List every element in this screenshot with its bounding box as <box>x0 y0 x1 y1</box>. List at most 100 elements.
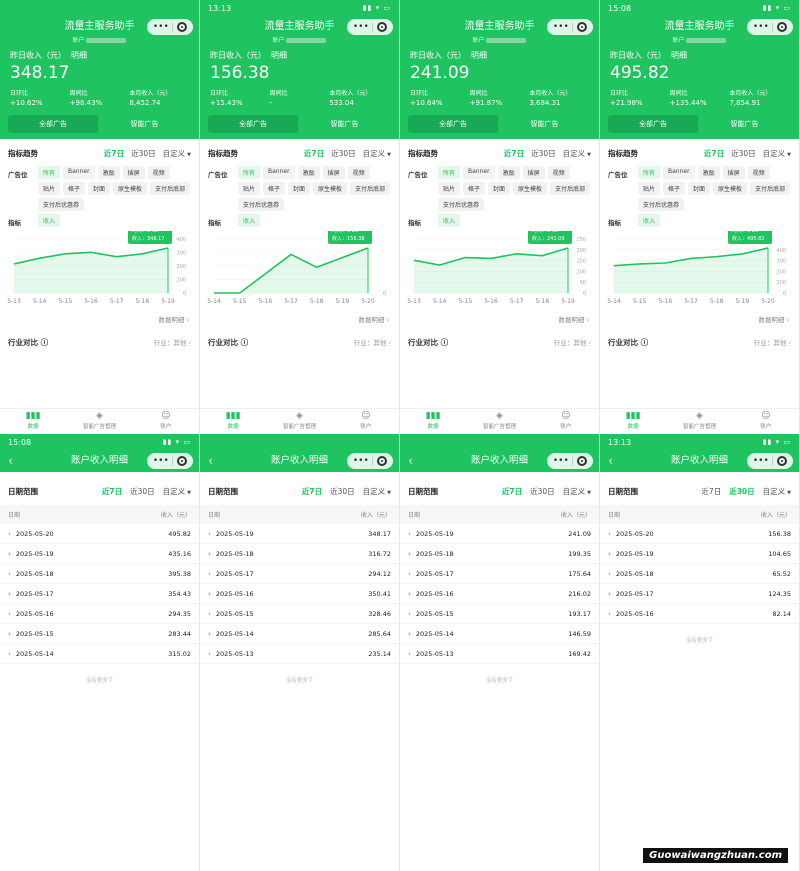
table-row[interactable]: › 2025-05-16 350.41 <box>200 584 399 604</box>
tab-30d[interactable]: 近30日 <box>531 148 556 159</box>
adpos-chip[interactable]: 激励 <box>97 166 120 179</box>
adpos-chip[interactable]: 支付后优惠券 <box>638 198 685 211</box>
table-row[interactable]: › 2025-05-17 175.64 <box>400 564 599 584</box>
table-row[interactable]: › 2025-05-18 199.35 <box>400 544 599 564</box>
adpos-chip[interactable]: 支付后底部 <box>150 182 191 195</box>
table-row[interactable]: › 2025-05-19 435.16 <box>0 544 199 564</box>
mini-program-capsule[interactable]: ••• <box>147 453 193 469</box>
table-row[interactable]: › 2025-05-15 328.46 <box>200 604 399 624</box>
nav-account[interactable]: ☺ 账户 <box>733 409 799 433</box>
close-target-icon[interactable] <box>377 22 388 32</box>
mini-program-capsule[interactable]: ••• <box>147 19 193 35</box>
mini-program-capsule[interactable]: ••• <box>547 453 593 469</box>
nav-account[interactable]: ☺ 账户 <box>333 409 399 433</box>
mini-program-capsule[interactable]: ••• <box>547 19 593 35</box>
table-row[interactable]: › 2025-05-15 283.44 <box>0 624 199 644</box>
nav-account[interactable]: ☺ 账户 <box>533 409 599 433</box>
mini-program-capsule[interactable]: ••• <box>747 453 793 469</box>
table-row[interactable]: › 2025-05-18 395.38 <box>0 564 199 584</box>
adpos-chip[interactable]: 封面 <box>288 182 311 195</box>
detail-link[interactable]: 明细 <box>471 51 487 60</box>
tab-30d[interactable]: 近30日 <box>331 148 356 159</box>
tab-7d[interactable]: 近7日 <box>502 486 522 497</box>
adpos-chip[interactable]: 激励 <box>697 166 720 179</box>
tab-30d[interactable]: 近30日 <box>729 486 754 497</box>
table-row[interactable]: › 2025-05-19 104.65 <box>600 544 799 564</box>
adpos-chip[interactable]: 贴片 <box>238 182 261 195</box>
metric-chip[interactable]: 收入 <box>38 214 61 227</box>
smart-ads-button[interactable]: 智能广告 <box>298 119 391 129</box>
adpos-chip[interactable]: Banner <box>63 166 95 179</box>
tab-7d[interactable]: 近7日 <box>302 486 322 497</box>
metric-chip[interactable]: 收入 <box>638 214 661 227</box>
tab-7d[interactable]: 近7日 <box>102 486 122 497</box>
adpos-chip[interactable]: 激励 <box>297 166 320 179</box>
close-target-icon[interactable] <box>577 456 588 466</box>
tab-7d[interactable]: 近7日 <box>504 148 524 159</box>
adpos-chip[interactable]: 所有 <box>238 166 261 179</box>
more-icon[interactable]: ••• <box>353 453 369 469</box>
adpos-chip[interactable]: 所有 <box>438 166 461 179</box>
smart-ads-button[interactable]: 智能广告 <box>98 119 191 129</box>
table-row[interactable]: › 2025-05-20 156.38 <box>600 524 799 544</box>
metric-chip[interactable]: 收入 <box>438 214 461 227</box>
data-detail-link[interactable]: 数据明细 › <box>600 311 799 327</box>
adpos-chip[interactable]: 格子 <box>263 182 286 195</box>
table-row[interactable]: › 2025-05-16 82.14 <box>600 604 799 624</box>
adpos-chip[interactable]: 支付后优惠券 <box>238 198 285 211</box>
mini-program-capsule[interactable]: ••• <box>347 453 393 469</box>
all-ads-button[interactable]: 全部广告 <box>208 115 298 133</box>
tab-custom[interactable]: 自定义 ▼ <box>763 148 791 159</box>
tab-30d[interactable]: 近30日 <box>130 486 155 497</box>
adpos-chip[interactable]: 格子 <box>63 182 86 195</box>
adpos-chip[interactable]: 格子 <box>663 182 686 195</box>
adpos-chip[interactable]: 贴片 <box>638 182 661 195</box>
adpos-chip[interactable]: Banner <box>463 166 495 179</box>
nav-smart-ads[interactable]: ◈ 智能广告管理 <box>66 409 132 433</box>
adpos-chip[interactable]: 插屏 <box>522 166 545 179</box>
back-icon[interactable]: ‹ <box>608 450 613 472</box>
table-row[interactable]: › 2025-05-13 169.42 <box>400 644 599 664</box>
more-icon[interactable]: ••• <box>553 453 569 469</box>
adpos-chip[interactable]: 封面 <box>88 182 111 195</box>
table-row[interactable]: › 2025-05-17 294.12 <box>200 564 399 584</box>
back-icon[interactable]: ‹ <box>408 450 413 472</box>
tab-custom[interactable]: 自定义 ▼ <box>163 486 191 497</box>
close-target-icon[interactable] <box>777 22 788 32</box>
close-target-icon[interactable] <box>177 22 188 32</box>
nav-data[interactable]: ▮▮▮ 数据 <box>200 409 266 433</box>
table-row[interactable]: › 2025-05-17 124.35 <box>600 584 799 604</box>
data-detail-link[interactable]: 数据明细 › <box>200 311 399 327</box>
data-detail-link[interactable]: 数据明细 › <box>0 311 199 327</box>
table-row[interactable]: › 2025-05-14 315.02 <box>0 644 199 664</box>
mini-program-capsule[interactable]: ••• <box>747 19 793 35</box>
more-icon[interactable]: ••• <box>753 453 769 469</box>
table-row[interactable]: › 2025-05-19 348.17 <box>200 524 399 544</box>
all-ads-button[interactable]: 全部广告 <box>8 115 98 133</box>
all-ads-button[interactable]: 全部广告 <box>608 115 698 133</box>
smart-ads-button[interactable]: 智能广告 <box>498 119 591 129</box>
tab-custom[interactable]: 自定义 ▼ <box>563 148 591 159</box>
detail-link[interactable]: 明细 <box>671 51 687 60</box>
adpos-chip[interactable]: 插屏 <box>722 166 745 179</box>
adpos-chip[interactable]: 视频 <box>347 166 370 179</box>
tab-7d[interactable]: 近7日 <box>704 148 724 159</box>
all-ads-button[interactable]: 全部广告 <box>408 115 498 133</box>
table-row[interactable]: › 2025-05-16 294.35 <box>0 604 199 624</box>
detail-link[interactable]: 明细 <box>71 51 87 60</box>
more-icon[interactable]: ••• <box>553 19 569 35</box>
tab-30d[interactable]: 近30日 <box>530 486 555 497</box>
table-row[interactable]: › 2025-05-14 285.64 <box>200 624 399 644</box>
tab-custom[interactable]: 自定义 ▼ <box>363 486 391 497</box>
adpos-chip[interactable]: 支付后优惠券 <box>438 198 485 211</box>
adpos-chip[interactable]: 视频 <box>147 166 170 179</box>
tab-custom[interactable]: 自定义 ▼ <box>163 148 191 159</box>
table-row[interactable]: › 2025-05-18 316.72 <box>200 544 399 564</box>
adpos-chip[interactable]: 插屏 <box>322 166 345 179</box>
table-row[interactable]: › 2025-05-19 241.09 <box>400 524 599 544</box>
adpos-chip[interactable]: 封面 <box>488 182 511 195</box>
tab-30d[interactable]: 近30日 <box>131 148 156 159</box>
table-row[interactable]: › 2025-05-20 495.82 <box>0 524 199 544</box>
adpos-chip[interactable]: 封面 <box>688 182 711 195</box>
more-icon[interactable]: ••• <box>153 453 169 469</box>
